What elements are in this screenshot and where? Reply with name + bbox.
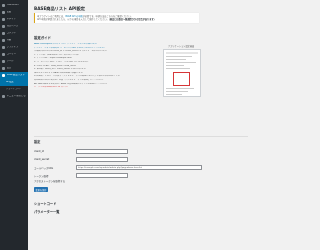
sidebar-item[interactable]: 設定 — [0, 65, 28, 72]
sidebar-item-label: Dashboard — [6, 4, 20, 7]
token-label: トークン取得 — [34, 174, 49, 178]
wp-admin-page: Dashboard 投稿 メディア 固定ページ コメント 外観 プラグイン ユーザー ツール 設定… — [0, 0, 250, 250]
menu-icon — [2, 60, 5, 63]
menu-icon — [2, 18, 5, 21]
sidebar-item[interactable]: プラグイン — [0, 44, 28, 51]
sidebar-item-label: 設定 — [6, 67, 12, 70]
screenshot-caption: アプリケーション設定画面 — [168, 45, 195, 48]
main-content: BASE商品リスト API設定 本プラグインのご利用には、BASE API の申… — [28, 0, 250, 250]
sidebar-item-label: 固定ページ — [6, 25, 19, 28]
sidebar-item[interactable]: 固定ページ — [0, 23, 28, 30]
shortcode-title: ショートコード — [34, 202, 57, 206]
menu-icon — [2, 32, 5, 35]
sidebar-item-label: ユーザー — [6, 53, 17, 56]
client-secret-label: client_secret — [34, 158, 50, 161]
menu-icon — [2, 95, 5, 98]
screenshot-highlight — [173, 72, 190, 86]
sidebar-item[interactable]: 投稿 — [0, 9, 28, 16]
example-screenshot — [163, 49, 201, 97]
sidebar-item-label: メディア — [6, 18, 16, 21]
callback-url-row: コールバックURL https://example.com/wp-admin/a… — [34, 165, 248, 170]
sidebar-item-label: メニューを閉じる — [6, 95, 26, 98]
callback-url-label: コールバックURL — [34, 166, 54, 170]
setup-warning: トークンの有効期限は約 30 日です。 — [34, 86, 69, 89]
menu-icon — [2, 53, 5, 56]
sidebar-item-label: ショートコード — [6, 88, 22, 91]
access-token-label: アクセストークンを取得する — [34, 180, 65, 183]
param-title: パラメーター一覧 — [34, 210, 60, 214]
client-secret-row: client_secret — [34, 157, 248, 162]
sidebar-item[interactable]: ユーザー — [0, 51, 28, 58]
sidebar-item[interactable]: 外観 — [0, 37, 28, 44]
menu-icon — [2, 74, 5, 77]
sidebar-item-label: BASE商品リスト — [6, 74, 25, 77]
sidebar-item[interactable]: ショートコード — [0, 86, 28, 93]
sidebar-item-label: プラグイン — [6, 46, 19, 49]
divider — [34, 136, 248, 137]
notice-line-2: API 申請が承認されましたら、以下の項目を入力して保存してください。（審査には… — [37, 17, 156, 21]
sidebar-item[interactable]: Dashboard — [0, 2, 28, 9]
callback-url-input[interactable]: https://example.com/wp-admin/admin.php?p… — [76, 165, 202, 170]
sidebar-item[interactable]: BASE商品リスト — [0, 72, 28, 79]
client-secret-input[interactable] — [76, 157, 128, 162]
menu-icon — [2, 67, 5, 70]
sidebar-item-label: コメント — [6, 32, 17, 35]
menu-icon — [2, 4, 5, 7]
menu-icon — [2, 39, 5, 42]
setup-instructions: BASE Developers にログインし、アプリケーションを作成します。 ア… — [34, 43, 149, 90]
settings-title: 設定 — [34, 140, 41, 144]
sidebar-item-label: 投稿 — [6, 11, 12, 14]
admin-notice: 本プラグインのご利用には、BASE API の申請が必要です。申請方法はこちらを… — [34, 13, 199, 23]
sidebar-item[interactable]: メニューを閉じる — [0, 93, 28, 100]
sidebar-item[interactable]: コメント — [0, 30, 28, 37]
client-id-label: client_id — [34, 150, 44, 153]
client-id-input[interactable] — [76, 149, 128, 154]
client-id-row: client_id — [34, 149, 248, 154]
menu-icon — [2, 11, 5, 14]
sidebar-item-label: 外観 — [6, 39, 12, 42]
page-title: BASE商品リスト API設定 — [34, 6, 85, 11]
settings-form: 設定 client_id client_secret コールバックURL htt… — [34, 140, 248, 240]
sidebar-item[interactable]: ツール — [0, 58, 28, 65]
admin-sidebar: Dashboard 投稿メディア固定ページコメント外観プラグインユーザーツール設定… — [0, 0, 28, 250]
menu-icon — [2, 25, 5, 28]
token-input[interactable] — [76, 173, 128, 178]
sidebar-item[interactable]: API設定 — [0, 79, 28, 86]
sidebar-item[interactable]: メディア — [0, 16, 28, 23]
token-row: トークン取得 — [34, 173, 248, 178]
setup-title: 設定ガイド — [34, 36, 51, 40]
sidebar-item-label: API設定 — [6, 81, 14, 84]
menu-icon — [2, 46, 5, 49]
sidebar-item-label: ツール — [6, 60, 14, 63]
save-button[interactable]: 変更を保存 — [34, 187, 48, 192]
access-token-row: アクセストークンを取得する — [34, 179, 248, 183]
